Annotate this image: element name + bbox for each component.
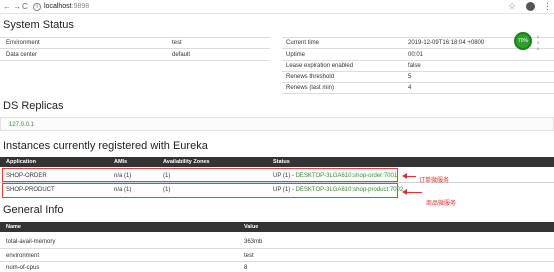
divider bbox=[0, 60, 270, 61]
col-name: Name bbox=[6, 224, 21, 230]
instances-heading: Instances currently registered with Eure… bbox=[3, 140, 208, 152]
gauge-stat: 0 bbox=[537, 46, 540, 51]
divider bbox=[0, 248, 554, 249]
renews-threshold-key: Renews threshold bbox=[286, 74, 335, 80]
col-amis: AMIs bbox=[114, 159, 128, 165]
col-zones: Availability Zones bbox=[163, 159, 210, 165]
instances-table-header: Application AMIs Availability Zones Stat… bbox=[0, 157, 554, 167]
col-application: Application bbox=[6, 159, 36, 165]
col-value: Value bbox=[244, 224, 259, 230]
divider bbox=[0, 37, 270, 38]
uptime-value: 00:01 bbox=[408, 52, 424, 58]
col-status: Status bbox=[273, 159, 290, 165]
current-time-key: Current time bbox=[286, 40, 320, 46]
divider bbox=[0, 261, 554, 262]
info-value: 363mb bbox=[244, 239, 263, 245]
gauge-stat: 0 bbox=[537, 34, 540, 39]
annotation-product: 商品微服务 bbox=[426, 201, 457, 207]
divider bbox=[282, 60, 554, 61]
annotation-order: 订单微服务 bbox=[419, 178, 450, 184]
forward-arrow-icon[interactable]: → bbox=[13, 2, 21, 12]
lease-key: Lease expiration enabled bbox=[286, 63, 354, 69]
info-name: environment bbox=[6, 253, 40, 259]
info-value: test bbox=[244, 253, 254, 259]
highlight-box bbox=[2, 168, 398, 182]
site-info-icon[interactable]: i bbox=[33, 3, 41, 11]
divider bbox=[282, 82, 554, 83]
back-arrow-icon[interactable]: ← bbox=[3, 2, 11, 12]
divider bbox=[282, 71, 554, 72]
divider bbox=[282, 93, 554, 94]
env-value: test bbox=[172, 40, 182, 46]
info-name: num-of-cpus bbox=[6, 265, 40, 271]
browser-toolbar: ← → C i localhost:9898 ☆ ⋮ bbox=[0, 0, 554, 14]
info-value: 8 bbox=[244, 265, 248, 271]
divider bbox=[0, 48, 270, 49]
ds-replicas-heading: DS Replicas bbox=[3, 100, 64, 112]
general-info-table-header: Name Value bbox=[0, 222, 554, 232]
divider bbox=[282, 37, 554, 38]
profile-avatar[interactable] bbox=[526, 2, 535, 11]
annotation-arrow-line bbox=[406, 192, 422, 193]
info-name: total-avail-memory bbox=[6, 239, 56, 245]
env-key: Environment bbox=[6, 40, 40, 46]
uptime-key: Uptime bbox=[286, 52, 306, 58]
current-time-value: 2019-12-09T16:18:04 +0800 bbox=[408, 40, 485, 46]
highlight-box bbox=[2, 183, 398, 198]
browser-menu-icon[interactable]: ⋮ bbox=[543, 1, 552, 12]
bookmark-star-icon[interactable]: ☆ bbox=[508, 1, 516, 12]
datacenter-key: Data center bbox=[6, 52, 38, 58]
reload-icon[interactable]: C bbox=[22, 2, 28, 12]
address-bar[interactable]: localhost:9898 bbox=[44, 2, 89, 12]
renews-last-min-value: 4 bbox=[408, 85, 412, 91]
divider bbox=[282, 48, 554, 49]
renews-threshold-value: 5 bbox=[408, 74, 412, 80]
usage-gauge: 70% bbox=[514, 32, 532, 50]
lease-value: false bbox=[408, 63, 421, 69]
datacenter-value: default bbox=[172, 52, 191, 58]
gauge-stat: 0 bbox=[537, 40, 540, 45]
replica-link[interactable]: 127.0.0.1 bbox=[9, 121, 34, 129]
renews-last-min-key: Renews (last min) bbox=[286, 85, 335, 91]
replica-list: 127.0.0.1 bbox=[0, 117, 554, 131]
system-status-heading: System Status bbox=[3, 19, 74, 31]
url-host: localhost bbox=[44, 3, 72, 10]
annotation-arrow-line bbox=[406, 176, 416, 177]
url-port: :9898 bbox=[71, 3, 90, 10]
general-info-heading: General Info bbox=[3, 204, 64, 216]
